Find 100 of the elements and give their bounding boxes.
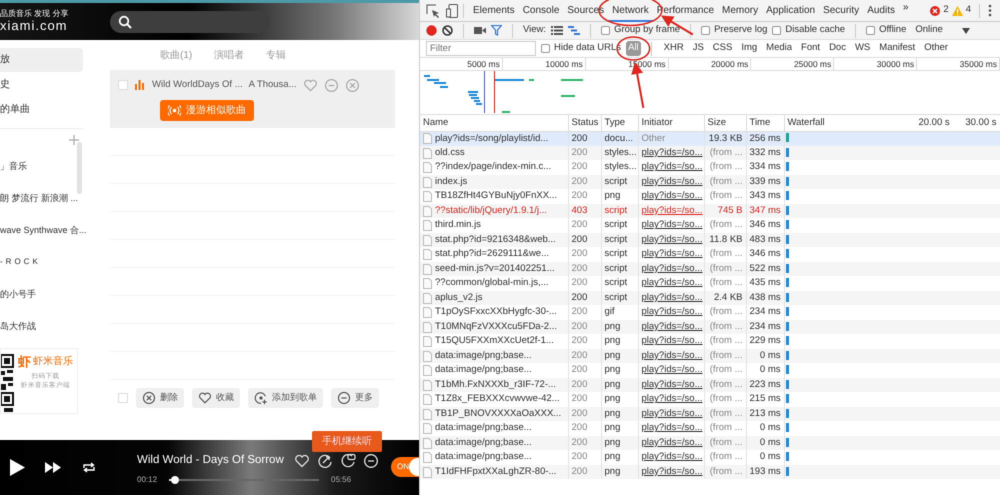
initiator-link[interactable]: play?ids=/so... <box>642 248 702 260</box>
search-field[interactable] <box>110 10 270 32</box>
type-filter[interactable]: Img <box>739 41 760 56</box>
devtools-tab[interactable]: Console <box>518 0 564 22</box>
request-name[interactable]: T15QU5FXXmXXcUet2f-1... <box>435 334 554 349</box>
type-filter[interactable]: Other <box>922 41 950 56</box>
playlist-item[interactable]: 的小号手 <box>0 278 36 310</box>
request-row[interactable]: data:image/png;base... 200 png play?ids=/so... (from ... 0 ms <box>420 348 1000 364</box>
nav-item[interactable]: 放 <box>0 48 83 72</box>
checkbox[interactable]: Disable cache <box>772 23 846 38</box>
request-name[interactable]: T1Z8x_FEBXXXcvwvwe-42... <box>435 392 560 407</box>
initiator-link[interactable]: play?ids=/so... <box>642 451 702 462</box>
column-header[interactable]: Type <box>604 116 626 128</box>
devtools-tab[interactable]: Security <box>819 0 864 22</box>
playlist-item[interactable]: -ROCK <box>0 246 41 278</box>
song-row[interactable]: Wild WorldDays Of ... A Thousa... 漫游相似歌曲 <box>110 70 395 128</box>
filter-field[interactable]: Filter <box>426 41 536 56</box>
type-filter[interactable]: Manifest <box>877 41 918 56</box>
devtools-tab[interactable]: Application <box>762 0 820 22</box>
initiator-link[interactable]: play?ids=/so... <box>642 335 702 346</box>
request-row[interactable]: T1IdFHFpxtXXaLghZR-80-... 200 png play?ids=/so... (from ... 193 ms <box>420 464 1000 480</box>
favorite-button[interactable]: 收藏 <box>192 388 240 408</box>
initiator-link[interactable]: play?ids=/so... <box>642 277 702 288</box>
type-filter[interactable]: XHR <box>662 41 686 56</box>
request-name[interactable]: stat.php?id=2629111&we... <box>435 247 549 262</box>
caret-icon[interactable] <box>962 28 970 34</box>
column-header[interactable]: Size <box>708 116 726 128</box>
request-name[interactable]: data:image/png;base... <box>435 450 532 465</box>
request-row[interactable]: stat.php?id=9216348&web... 200 script play?ids=/so... 11.8 KB 483 ms <box>420 232 1000 248</box>
request-row[interactable]: T1bMh.FxNXXXb_r3IF-72-... 200 png play?ids=/so... (from ... 223 ms <box>420 378 1000 392</box>
camera-icon[interactable] <box>474 26 486 35</box>
progress-track[interactable] <box>169 479 320 482</box>
request-name[interactable]: ??common/global-min.js,... <box>435 276 549 291</box>
initiator-link[interactable]: play?ids=/so... <box>642 364 702 376</box>
devtools-tab[interactable]: Audits <box>863 0 899 22</box>
initiator-link[interactable]: play?ids=/so... <box>642 393 702 404</box>
progress-thumb[interactable] <box>171 476 180 484</box>
checkbox[interactable]: Offline <box>866 23 906 38</box>
playlist-item[interactable]: 岛大作战 <box>0 310 36 342</box>
type-filter[interactable]: Font <box>799 41 822 56</box>
scrollbar[interactable] <box>77 142 82 194</box>
inspect-icon[interactable] <box>426 4 440 18</box>
request-row[interactable]: seed-min.js?v=201402251... 200 script play?ids=/so... (from ... 522 ms <box>420 262 1000 276</box>
nav-item[interactable]: 史 <box>0 73 83 97</box>
menu-icon[interactable] <box>988 4 992 17</box>
type-filter[interactable]: Media <box>764 41 794 56</box>
devtools-tab[interactable]: Network <box>608 0 653 22</box>
type-filter[interactable]: Doc <box>827 41 848 56</box>
delete-icon[interactable] <box>142 391 156 405</box>
add-to-playlist-button[interactable]: 添加到歌单 <box>248 388 323 408</box>
clear-icon[interactable] <box>442 25 453 36</box>
nav-item[interactable]: 的单曲 <box>0 98 83 122</box>
request-name[interactable]: data:image/png;base... <box>435 421 532 436</box>
request-row[interactable]: ??static/lib/jQuery/1.9.1/j... 403 script play?ids=/so... 745 B 347 ms <box>420 204 1000 218</box>
more-icon[interactable] <box>337 391 351 405</box>
column-header[interactable]: Time <box>750 116 770 128</box>
playlist-item[interactable]: 」音乐 <box>0 150 27 182</box>
type-filter[interactable]: CSS <box>710 41 734 56</box>
playlist-item[interactable]: 朗 梦流行 新浪潮 ... <box>0 182 78 214</box>
more-button[interactable]: 更多 <box>331 388 379 408</box>
throttle-dropdown[interactable]: Online <box>915 23 943 38</box>
request-row[interactable]: aplus_v2.js 200 script play?ids=/so... 2.4 KB 438 ms <box>420 290 1000 306</box>
waterfall-view-icon[interactable] <box>568 26 580 35</box>
initiator-link[interactable]: play?ids=/so... <box>642 190 702 202</box>
request-row[interactable]: TB1P_BNOVXXXXaOaXXX... 200 png play?ids=/so... (from ... 213 ms <box>420 406 1000 422</box>
request-row[interactable]: T10MNqFzVXXXcu5FDa-2... 200 png play?ids=/so... (from ... 234 ms <box>420 320 1000 334</box>
device-toolbar-icon[interactable] <box>446 4 458 18</box>
checkbox[interactable] <box>118 80 128 90</box>
request-row[interactable]: play?ids=/song/playlist/id... 200 docu... Other 19.3 KB 256 ms <box>420 131 1000 146</box>
column-header[interactable]: Waterfall <box>788 116 903 130</box>
warning-count[interactable]: 4 <box>966 3 971 18</box>
checkbox[interactable]: Preserve log <box>701 23 768 38</box>
request-name[interactable]: data:image/png;base... <box>435 363 532 378</box>
column-header[interactable]: Name <box>423 116 448 128</box>
type-filter[interactable]: WS <box>852 41 872 56</box>
playlist-item[interactable]: wave Synthwave 合... <box>0 214 87 246</box>
request-name[interactable]: ??index/page/index-min.c... <box>435 160 552 175</box>
checkbox[interactable] <box>118 393 128 403</box>
request-row[interactable]: data:image/png;base... 200 png play?ids=/so... (from ... 0 ms <box>420 436 1000 450</box>
comment-icon[interactable] <box>340 452 356 468</box>
initiator-link[interactable]: play?ids=/so... <box>642 422 702 434</box>
request-name[interactable]: third.min.js <box>435 218 481 233</box>
request-row[interactable]: index.js 200 script play?ids=/so... (from ... 339 ms <box>420 174 1000 190</box>
play-icon[interactable] <box>10 459 25 476</box>
initiator-link[interactable]: play?ids=/so... <box>642 161 702 172</box>
column-header[interactable]: Status <box>572 116 598 128</box>
repeat-icon[interactable] <box>82 462 96 473</box>
add-to-playlist-icon[interactable] <box>254 391 268 405</box>
initiator-link[interactable]: play?ids=/so... <box>642 306 702 318</box>
more-tabs-button[interactable]: » <box>898 0 913 22</box>
next-icon[interactable] <box>45 462 62 473</box>
request-row[interactable]: old.css 200 styles... play?ids=/so... (from ... 332 ms <box>420 146 1000 160</box>
checkbox[interactable]: Group by frame <box>601 23 680 38</box>
filter-icon[interactable] <box>491 25 502 36</box>
request-name[interactable]: TB18ZfHt4GYBuNjy0FnXX... <box>435 189 557 204</box>
request-name[interactable]: T1pOySFxxcXXbHygfc-30-... <box>435 305 557 320</box>
record-icon[interactable] <box>426 25 437 36</box>
devtools-tab[interactable]: Memory <box>718 0 762 22</box>
devtools-tab[interactable]: Elements <box>469 0 519 22</box>
search-icon[interactable] <box>118 14 132 28</box>
